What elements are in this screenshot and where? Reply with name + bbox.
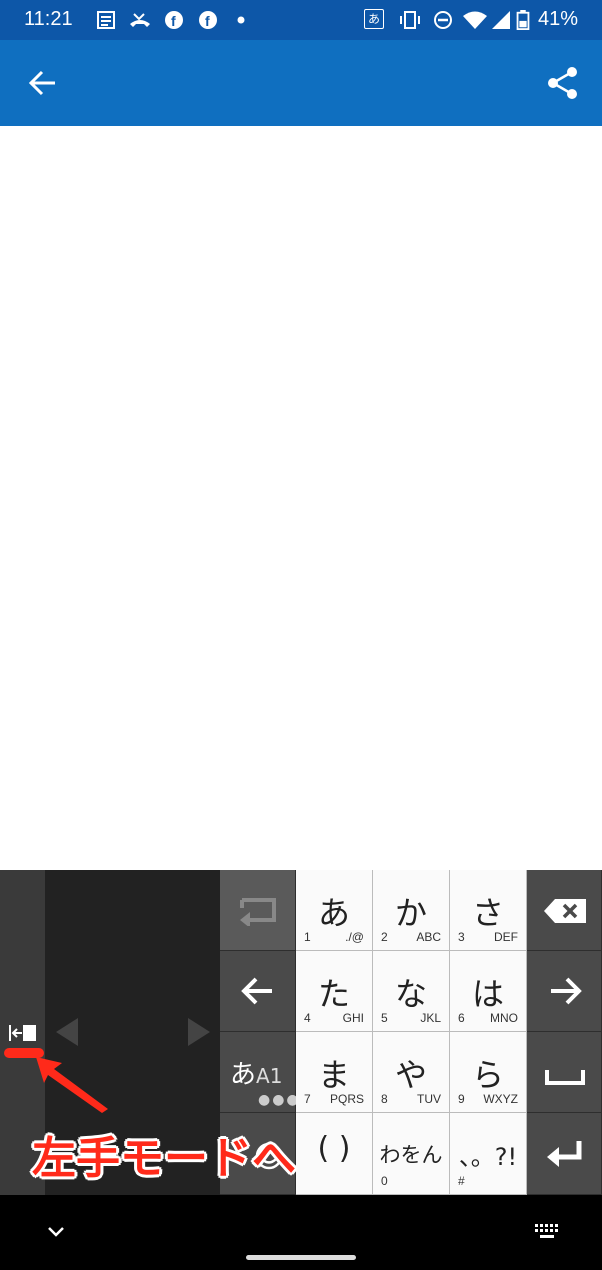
space-icon xyxy=(545,1070,585,1085)
key-main-label: あ xyxy=(317,894,350,932)
home-handle[interactable] xyxy=(246,1255,356,1260)
shift-right-icon[interactable] xyxy=(188,1018,210,1046)
cursor-left-key[interactable] xyxy=(220,951,296,1032)
chevron-down-icon[interactable] xyxy=(46,1225,66,1239)
key-num-label: 2 xyxy=(381,930,388,944)
undo-icon xyxy=(240,898,276,926)
key-sub-label: TUV xyxy=(417,1092,441,1106)
key-main-label: わをん xyxy=(379,1143,443,1167)
share-icon[interactable] xyxy=(546,66,580,100)
mode-label-kana: あ xyxy=(230,1060,257,1090)
kana-key-ma[interactable]: ま 7 PQRS xyxy=(296,1032,373,1113)
kana-key-ka[interactable]: か 2 ABC xyxy=(373,870,450,951)
navigation-bar xyxy=(0,1195,602,1270)
ime-indicator: あ xyxy=(364,9,384,29)
key-sub-label: ./@ xyxy=(345,930,364,944)
arrow-left-icon xyxy=(241,977,272,1005)
mode-dots: ●●● xyxy=(258,1092,301,1108)
svg-text:f: f xyxy=(171,13,176,29)
kana-key-paren[interactable]: ( ) xyxy=(296,1113,373,1195)
kana-key-sa[interactable]: さ 3 DEF xyxy=(450,870,527,951)
mode-label-alnum: A1 xyxy=(256,1064,283,1088)
kana-key-a[interactable]: あ 1 ./@ xyxy=(296,870,373,951)
left-hand-mode-icon[interactable] xyxy=(8,1022,38,1044)
signal-icon xyxy=(492,11,510,29)
key-num-label: 6 xyxy=(458,1011,465,1025)
key-sub-label: MNO xyxy=(490,1011,518,1025)
key-sub-label: DEF xyxy=(494,930,518,944)
key-sub-label: ABC xyxy=(416,930,441,944)
key-main-label: さ xyxy=(471,894,504,932)
keyboard-switch-icon[interactable] xyxy=(534,1223,560,1241)
key-main-label: ( ) xyxy=(317,1131,351,1166)
undo-key[interactable] xyxy=(220,870,296,951)
facebook-icon: f xyxy=(199,11,217,29)
key-main-label: は xyxy=(471,975,504,1013)
input-mode-label: あA1 xyxy=(230,1054,282,1091)
kana-key-ha[interactable]: は 6 MNO xyxy=(450,951,527,1032)
key-num-label: 3 xyxy=(458,930,465,944)
annotation-label: 左手モードへ xyxy=(32,1133,296,1184)
backspace-key[interactable] xyxy=(527,870,602,951)
key-sub-label: PQRS xyxy=(329,1092,364,1106)
svg-text:f: f xyxy=(205,13,210,29)
kana-key-na[interactable]: な 5 JKL xyxy=(373,951,450,1032)
shift-left-icon[interactable] xyxy=(56,1018,78,1046)
kana-key-ta[interactable]: た 4 GHI xyxy=(296,951,373,1032)
facebook-icon: f xyxy=(165,11,183,29)
key-main-label: か xyxy=(394,894,427,932)
key-sub-label: GHI xyxy=(342,1011,364,1025)
key-main-label: 、。?! xyxy=(458,1143,518,1171)
key-num-label: 7 xyxy=(304,1092,311,1106)
status-time: 11:21 xyxy=(24,8,73,30)
key-num-label: 8 xyxy=(381,1092,388,1106)
status-bar: 11:21 f f あ 41% xyxy=(0,0,602,40)
key-main-label: ら xyxy=(471,1056,504,1094)
vibrate-icon xyxy=(400,11,420,29)
battery-icon xyxy=(516,10,530,30)
dot-icon xyxy=(237,16,245,24)
key-num-label: 4 xyxy=(304,1011,311,1025)
key-sub-label: WXYZ xyxy=(483,1092,518,1106)
backspace-icon xyxy=(544,899,586,923)
app-bar xyxy=(0,40,602,126)
enter-icon xyxy=(547,1141,582,1167)
key-main-label: な xyxy=(394,975,427,1013)
annotation-arrow-icon xyxy=(36,1057,108,1113)
wifi-icon xyxy=(463,11,487,29)
arrow-right-icon xyxy=(551,977,582,1005)
enter-key[interactable] xyxy=(527,1113,602,1195)
kana-key-ya[interactable]: や 8 TUV xyxy=(373,1032,450,1113)
space-key[interactable] xyxy=(527,1032,602,1113)
kana-key-ra[interactable]: ら 9 WXYZ xyxy=(450,1032,527,1113)
back-arrow-icon[interactable] xyxy=(26,66,60,100)
key-main-label: ま xyxy=(317,1056,350,1094)
kana-key-wa[interactable]: わをん 0 xyxy=(373,1113,450,1195)
key-main-label: た xyxy=(317,975,350,1013)
news-icon xyxy=(97,11,115,29)
dnd-icon xyxy=(434,11,452,29)
kana-key-punct[interactable]: 、。?! # xyxy=(450,1113,527,1195)
battery-percentage: 41% xyxy=(537,8,578,30)
key-num-label: # xyxy=(458,1174,465,1188)
missed-call-icon xyxy=(130,13,150,27)
key-sub-label: JKL xyxy=(420,1011,441,1025)
key-num-label: 9 xyxy=(458,1092,465,1106)
cursor-right-key[interactable] xyxy=(527,951,602,1032)
key-num-label: 1 xyxy=(304,930,311,944)
key-num-label: 0 xyxy=(381,1174,388,1188)
key-main-label: や xyxy=(394,1056,427,1094)
key-num-label: 5 xyxy=(381,1011,388,1025)
input-mode-key[interactable]: あA1 ●●● xyxy=(220,1032,299,1113)
page-content xyxy=(0,126,602,870)
